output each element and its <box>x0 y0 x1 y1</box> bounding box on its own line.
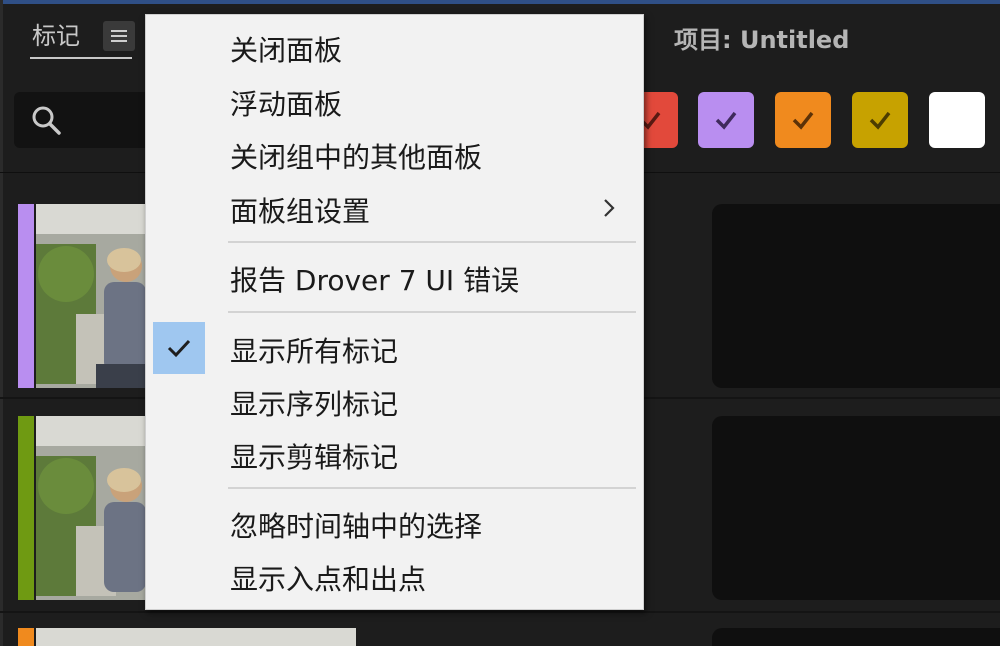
menu-item-ignore-timeline-selection[interactable]: 忽略时间轴中的选择 <box>230 505 482 545</box>
color-filter-white[interactable] <box>929 92 985 148</box>
menu-item-show-in-out-points[interactable]: 显示入点和出点 <box>230 558 426 598</box>
search-icon <box>32 106 61 135</box>
menu-separator <box>228 241 636 243</box>
checkmark-icon <box>715 111 737 130</box>
project-title: 项目: Untitled <box>674 26 850 54</box>
menu-item-show-clip-markers[interactable]: 显示剪辑标记 <box>230 436 398 476</box>
checkmark-icon <box>869 111 891 130</box>
marker-details-panel[interactable] <box>712 628 1000 646</box>
menu-item-close-panel[interactable]: 关闭面板 <box>230 29 342 69</box>
tab-active-underline <box>30 57 132 59</box>
menu-item-panel-group-settings[interactable]: 面板组设置 <box>230 190 370 230</box>
row-divider <box>0 611 1000 613</box>
clip-thumbnail[interactable] <box>36 628 356 646</box>
hamburger-menu-icon[interactable] <box>103 21 135 51</box>
marker-row[interactable] <box>0 626 1000 646</box>
menu-item-show-sequence-markers[interactable]: 显示序列标记 <box>230 383 398 423</box>
menu-item-show-all-markers[interactable]: 显示所有标记 <box>230 330 398 370</box>
chevron-right-icon <box>604 199 615 217</box>
checkmark-icon <box>153 322 205 374</box>
tab-markers[interactable]: 标记 <box>32 16 80 51</box>
menu-item-float-panel[interactable]: 浮动面板 <box>230 83 342 123</box>
color-filter-yellow[interactable] <box>852 92 908 148</box>
menu-separator <box>228 311 636 313</box>
menu-separator <box>228 487 636 489</box>
window-top-border <box>0 0 1000 4</box>
checkmark-icon <box>792 111 814 130</box>
marker-details-panel[interactable] <box>712 204 1000 388</box>
color-filter-orange[interactable] <box>775 92 831 148</box>
clip-color-label <box>18 204 34 388</box>
menu-item-report-error[interactable]: 报告 Drover 7 UI 错误 <box>230 259 519 299</box>
clip-color-label <box>18 628 34 646</box>
panel-context-menu: 关闭面板 浮动面板 关闭组中的其他面板 面板组设置 报告 Drover 7 UI… <box>145 14 644 610</box>
marker-details-panel[interactable] <box>712 416 1000 600</box>
clip-color-label <box>18 416 34 600</box>
menu-item-close-other-panels[interactable]: 关闭组中的其他面板 <box>230 136 482 176</box>
color-filter-violet[interactable] <box>698 92 754 148</box>
